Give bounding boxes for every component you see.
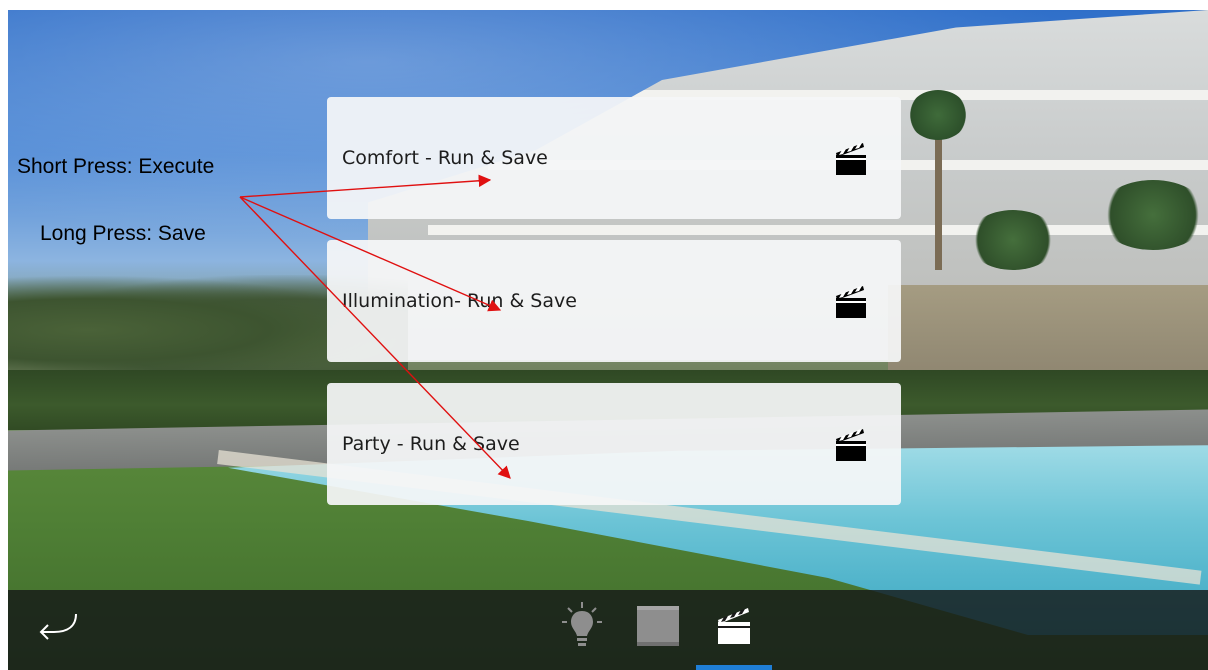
scene-party-button[interactable]: Party - Run & Save (327, 383, 901, 505)
stone-wall (888, 285, 1208, 380)
clapperboard-icon (836, 429, 866, 461)
shrub (968, 210, 1058, 270)
scene-label: Comfort - Run & Save (342, 147, 548, 169)
building-floor (428, 225, 1208, 235)
shrub (1098, 180, 1208, 250)
scene-comfort-button[interactable]: Comfort - Run & Save (327, 97, 901, 219)
shutter-icon[interactable] (632, 600, 684, 650)
lightbulb-icon[interactable] (556, 600, 608, 650)
clapperboard-icon (836, 143, 866, 175)
short-press-annotation: Short Press: Execute (17, 155, 215, 178)
scene-illumination-button[interactable]: Illumination- Run & Save (327, 240, 901, 362)
clapperboard-icon[interactable] (708, 600, 760, 650)
long-press-annotation: Long Press: Save (40, 222, 206, 245)
clapperboard-icon (836, 286, 866, 318)
active-tab-indicator (696, 665, 772, 670)
scene-label: Illumination- Run & Save (342, 290, 577, 312)
back-arrow-icon[interactable] (36, 610, 80, 640)
palm-tree (908, 70, 968, 270)
bottom-nav-bar (8, 590, 1208, 670)
scene-label: Party - Run & Save (342, 433, 520, 455)
